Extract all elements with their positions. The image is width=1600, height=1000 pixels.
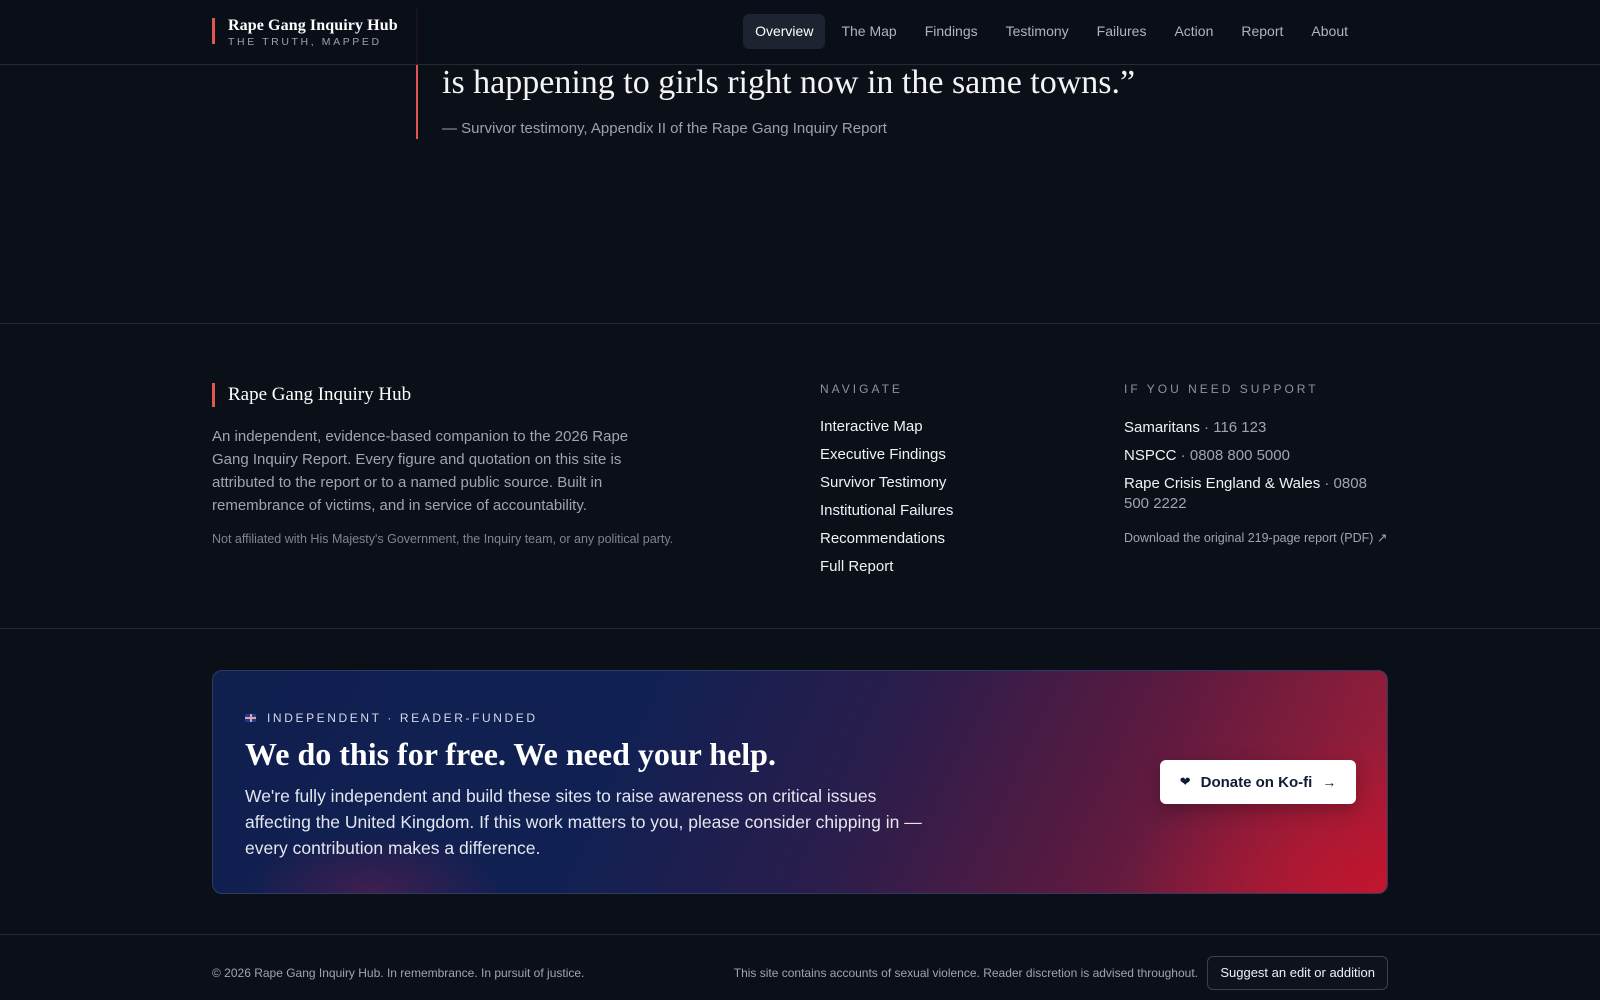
footer-link-interactive-map[interactable]: Interactive Map [820,418,953,436]
brand-tagline: THE TRUTH, MAPPED [228,36,382,48]
nav-failures[interactable]: Failures [1085,14,1159,49]
brand-logo[interactable]: Rape Gang Inquiry Hub THE TRUTH, MAPPED [212,17,398,48]
footer-navigate: NAVIGATE Interactive Map Executive Findi… [820,382,953,586]
bottom-bar: © 2026 Rape Gang Inquiry Hub. In remembr… [0,934,1600,1000]
site-header: Rape Gang Inquiry Hub THE TRUTH, MAPPED … [0,0,1600,65]
support-name: Rape Crisis England & Wales [1124,475,1321,492]
download-report-link[interactable]: Download the original 219-page report (P… [1124,530,1394,547]
main-nav: Overview The Map Findings Testimony Fail… [743,14,1360,49]
arrow-right-icon: → [1322,774,1337,790]
footer-description: An independent, evidence-based companion… [212,428,629,514]
suggest-edit-button[interactable]: Suggest an edit or addition [1207,956,1388,990]
footer-nav-list: Interactive Map Executive Findings Survi… [820,418,953,576]
nav-action[interactable]: Action [1162,14,1225,49]
footer-link-executive-findings[interactable]: Executive Findings [820,446,953,464]
uk-flag-icon [245,714,256,722]
nav-findings[interactable]: Findings [913,14,990,49]
footer-disclaimer: Not affiliated with His Majesty's Govern… [212,532,674,546]
donate-banner: INDEPENDENT · READER-FUNDED We do this f… [212,670,1388,894]
support-list: Samaritans · 116 123 NSPCC · 0808 800 50… [1124,418,1394,514]
content-warning: This site contains accounts of sexual vi… [733,966,1198,980]
footer-link-institutional-failures[interactable]: Institutional Failures [820,502,953,520]
quote-attribution: — Survivor testimony, Appendix II of the… [442,120,887,137]
nav-about[interactable]: About [1299,14,1360,49]
nav-report[interactable]: Report [1229,14,1295,49]
footer-support: IF YOU NEED SUPPORT Samaritans · 116 123… [1124,382,1394,547]
support-line-nspcc[interactable]: NSPCC · 0808 800 5000 [1124,446,1394,466]
banner-text: We're fully independent and build these … [245,786,922,858]
footer-brand: Rape Gang Inquiry Hub [212,383,411,407]
nav-testimony[interactable]: Testimony [994,14,1081,49]
heart-icon: ❤ [1179,774,1191,789]
quote-text: is happening to girls right now in the s… [442,64,1136,101]
footer-link-survivor-testimony[interactable]: Survivor Testimony [820,474,953,492]
banner-kicker-text: INDEPENDENT · READER-FUNDED [267,711,538,725]
footer-link-recommendations[interactable]: Recommendations [820,530,953,548]
footer: Rape Gang Inquiry Hub An independent, ev… [0,325,1600,629]
support-line-rape-crisis[interactable]: Rape Crisis England & Wales · 0808 500 2… [1124,474,1394,514]
support-line-samaritans[interactable]: Samaritans · 116 123 [1124,418,1394,438]
nav-overview[interactable]: Overview [743,14,826,49]
brand-title: Rape Gang Inquiry Hub [228,17,398,34]
footer-support-title: IF YOU NEED SUPPORT [1124,382,1319,396]
support-number: 116 123 [1213,419,1267,436]
donate-kofi-button[interactable]: ❤ Donate on Ko-fi → [1160,760,1356,804]
footer-link-full-report[interactable]: Full Report [820,558,953,576]
support-number: 0808 800 5000 [1189,447,1290,464]
nav-the-map[interactable]: The Map [829,14,908,49]
copyright: © 2026 Rape Gang Inquiry Hub. In remembr… [212,966,585,980]
donate-button-label: Donate on Ko-fi [1200,773,1313,791]
support-name: Samaritans [1124,419,1200,436]
banner-title: We do this for free. We need your help. [245,736,776,772]
footer-navigate-title: NAVIGATE [820,382,903,396]
banner-kicker: INDEPENDENT · READER-FUNDED [245,711,538,725]
support-name: NSPCC [1124,447,1177,464]
